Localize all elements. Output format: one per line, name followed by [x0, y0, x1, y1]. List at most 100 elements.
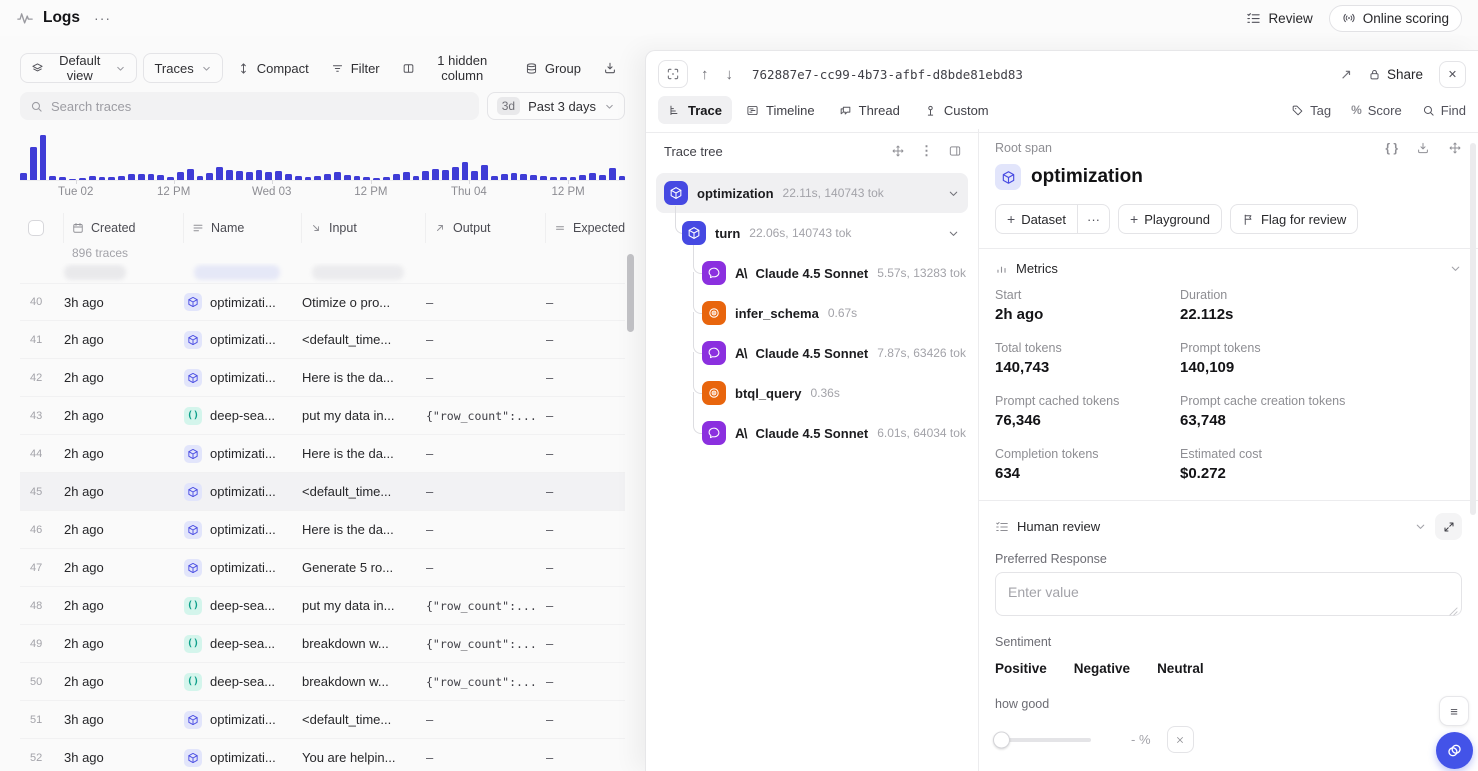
- column-header-name[interactable]: Name: [184, 213, 302, 243]
- chevron-down-icon[interactable]: [947, 227, 960, 240]
- stack-icon: [525, 62, 538, 75]
- cell-name: ()deep-sea...: [184, 635, 302, 653]
- treelist-icon: [668, 104, 681, 117]
- score-slider[interactable]: [995, 738, 1091, 742]
- search-icon: [30, 100, 43, 113]
- layers-icon: [31, 62, 44, 75]
- move-icon[interactable]: [1448, 141, 1462, 155]
- cube-icon: [187, 752, 199, 764]
- tab-custom[interactable]: Custom: [914, 96, 999, 124]
- provider-logo-glyph: A\: [735, 346, 747, 361]
- move-icon[interactable]: [891, 144, 905, 158]
- column-header-created[interactable]: Created: [64, 213, 184, 243]
- open-external-icon[interactable]: ↗: [1340, 66, 1352, 83]
- chevron-down-icon[interactable]: [1414, 520, 1427, 533]
- table-row[interactable]: 523h agooptimizati...You are helpin...––: [20, 739, 625, 771]
- table-row[interactable]: 403h agooptimizati...Otimize o pro...––: [20, 283, 625, 321]
- view-json-icon[interactable]: { }: [1385, 141, 1398, 155]
- table-scrollbar[interactable]: [627, 254, 634, 332]
- chevron-down-icon[interactable]: [947, 187, 960, 200]
- chevron-down: [947, 187, 960, 200]
- open-playground-button[interactable]: + Playground: [1118, 204, 1222, 234]
- metrics-section-header: Metrics: [995, 261, 1462, 276]
- search-input[interactable]: [51, 99, 469, 114]
- select-all-checkbox[interactable]: [28, 220, 44, 236]
- sidebar-toggle-icon[interactable]: [948, 144, 962, 158]
- detail-scrollbar[interactable]: [1470, 143, 1476, 515]
- hidden-columns-button[interactable]: 1 hidden column: [394, 53, 511, 83]
- table-row[interactable]: 492h ago()deep-sea...breakdown w...{"row…: [20, 625, 625, 663]
- histogram-bar: [413, 176, 420, 180]
- prev-trace-button[interactable]: ↑: [697, 66, 713, 83]
- chevron-down-icon[interactable]: [1449, 262, 1462, 275]
- filter-button[interactable]: Filter: [323, 53, 388, 83]
- group-button[interactable]: Group: [517, 53, 589, 83]
- share-button[interactable]: Share: [1368, 67, 1423, 82]
- find-button[interactable]: Find: [1422, 103, 1466, 118]
- table-row[interactable]: 462h agooptimizati...Here is the da...––: [20, 511, 625, 549]
- next-trace-button[interactable]: ↓: [722, 66, 738, 83]
- date-range-button[interactable]: 3d Past 3 days: [487, 92, 625, 120]
- trace-tree-item[interactable]: optimization22.11s, 140743 tok: [656, 173, 968, 213]
- download-icon[interactable]: [1416, 141, 1430, 155]
- review-button[interactable]: Review: [1246, 11, 1312, 26]
- trace-volume-histogram[interactable]: Tue 0212 PMWed 0312 PMThu 0412 PM: [20, 133, 625, 201]
- column-header-input[interactable]: Input: [302, 213, 426, 243]
- table-row[interactable]: 513h agooptimizati...<default_time...––: [20, 701, 625, 739]
- sentiment-option-negative[interactable]: Negative: [1074, 661, 1130, 676]
- trace-tree-item[interactable]: A\Claude 4.5 Sonnet6.01s, 64034 tok: [656, 413, 968, 453]
- close-panel-button[interactable]: ✕: [1439, 61, 1466, 88]
- sentiment-option-positive[interactable]: Positive: [995, 661, 1047, 676]
- histogram-bar: [256, 170, 263, 180]
- tab-thread[interactable]: Thread: [829, 96, 910, 124]
- traces-selector-button[interactable]: Traces: [143, 53, 222, 83]
- table-row[interactable]: 452h agooptimizati...<default_time...––: [20, 473, 625, 511]
- compact-toggle-button[interactable]: Compact: [229, 53, 317, 83]
- histogram-bar: [324, 174, 331, 180]
- cell-created: 3h ago: [64, 750, 184, 765]
- histogram-bar: [471, 171, 478, 180]
- side-sheet-button[interactable]: ≡: [1439, 696, 1469, 726]
- cell-name: optimizati...: [184, 369, 302, 387]
- tab-label: Custom: [944, 103, 989, 118]
- expand-review-button[interactable]: [1435, 513, 1462, 540]
- view-selector-button[interactable]: Default view: [20, 53, 137, 83]
- tab-timeline[interactable]: Timeline: [736, 96, 825, 124]
- kebab-menu-icon[interactable]: ⋮: [920, 143, 933, 159]
- sentiment-option-neutral[interactable]: Neutral: [1157, 661, 1204, 676]
- cell-input: put my data in...: [302, 598, 426, 613]
- axis-tick: [272, 180, 273, 184]
- calendar-icon: [72, 222, 84, 234]
- column-header-expected[interactable]: Expected: [546, 213, 625, 243]
- more-menu-button[interactable]: ···: [94, 10, 111, 26]
- table-row[interactable]: 422h agooptimizati...Here is the da...––: [20, 359, 625, 397]
- add-to-dataset-button[interactable]: + Dataset: [995, 204, 1078, 234]
- table-row[interactable]: 502h ago()deep-sea...breakdown w...{"row…: [20, 663, 625, 701]
- preferred-response-input[interactable]: [995, 572, 1462, 616]
- cube-icon: [187, 714, 199, 726]
- table-row[interactable]: 412h agooptimizati...<default_time...––: [20, 321, 625, 359]
- column-header-output[interactable]: Output: [426, 213, 546, 243]
- table-row[interactable]: 432h ago()deep-sea...put my data in...{"…: [20, 397, 625, 435]
- histogram-bar: [295, 176, 302, 180]
- table-row[interactable]: 442h agooptimizati...Here is the da...––: [20, 435, 625, 473]
- slider-knob[interactable]: [993, 731, 1010, 748]
- flag-for-review-button[interactable]: Flag for review: [1230, 204, 1358, 234]
- resize-handle[interactable]: [1449, 607, 1458, 616]
- cell-name: optimizati...: [184, 521, 302, 539]
- histogram-bar: [560, 177, 567, 180]
- dataset-more-button[interactable]: ···: [1078, 204, 1110, 234]
- cell-expected: –: [546, 295, 625, 310]
- table-row[interactable]: 482h ago()deep-sea...put my data in...{"…: [20, 587, 625, 625]
- score-button[interactable]: %Score: [1351, 103, 1402, 118]
- focus-span-button[interactable]: [658, 60, 688, 88]
- tool-span-icon: [702, 381, 726, 405]
- table-row[interactable]: 472h agooptimizati...Generate 5 ro...––: [20, 549, 625, 587]
- clear-score-button[interactable]: [1167, 726, 1194, 753]
- tag-button[interactable]: Tag: [1291, 103, 1331, 118]
- online-scoring-button[interactable]: Online scoring: [1329, 5, 1462, 32]
- export-button[interactable]: [595, 53, 625, 83]
- name-label: deep-sea...: [210, 636, 285, 651]
- tab-trace[interactable]: Trace: [658, 96, 732, 124]
- assistant-fab-button[interactable]: [1436, 732, 1473, 769]
